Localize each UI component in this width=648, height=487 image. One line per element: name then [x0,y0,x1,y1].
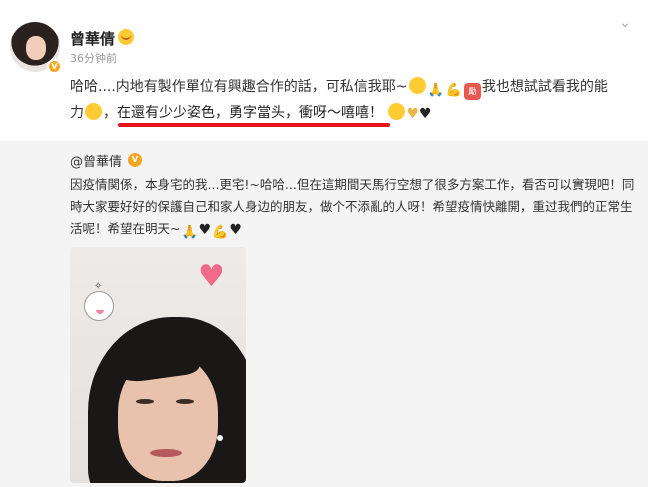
repost-text-line-1: 因疫情関係，本身宅的我...更宅!~哈哈...但在這期間天馬行空想了很多方案工作… [70,177,635,192]
post-time[interactable]: 36分钟前 [70,50,117,66]
post-text-prefix: 力 [70,105,84,121]
yellow-heart-icon: ♥ [406,106,420,122]
repost-text-tail: 活呢！希望在明天~ [70,221,181,236]
post-text: 哈哈....内地有製作單位有興趣合作的話，可私信我耶~ [70,79,408,95]
highlighted-text: 在還有少少姿色，勇字當头，衝呀～嘻嘻！ [117,105,383,121]
encourage-badge-icon: 勵 [463,83,481,100]
black-heart-icon: ♥ [229,222,242,238]
post-text-line-2: 力，在還有少少姿色，勇字當头，衝呀～嘻嘻！ ♥♥ [70,102,640,125]
pray-emoji-icon: 🙏 [181,225,198,240]
weibo-post: V 曾華倩 36分钟前 ⌄ 哈哈....内地有製作單位有興趣合作的話，可私信我耶… [0,0,648,487]
tongue-emoji-icon [85,103,102,120]
pray-emoji-icon: 🙏 [427,83,444,98]
black-heart-icon: ♥ [419,106,432,122]
repost-text-line-2: 時大家要好好的保護自己和家人身边的朋友，做个不添亂的人呀！希望疫情快離開，重过我… [70,199,633,214]
muscle-emoji-icon: 💪 [445,83,462,98]
verified-badge-icon: V [128,153,142,167]
heart-sticker-icon: ♥ [198,259,225,294]
hug-emoji-icon [388,103,406,120]
emoji-icon [118,29,134,45]
repost-text-line-3: 活呢！希望在明天~🙏♥💪♥ [70,218,640,241]
black-heart-icon: ♥ [198,222,212,238]
post-photo[interactable]: ♥ ✧ [70,247,246,483]
red-underline-annotation [118,123,390,127]
muscle-emoji-icon: 💪 [212,225,229,240]
username[interactable]: 曾華倩 [70,28,115,49]
post-text-line-1: 哈哈....内地有製作單位有興趣合作的話，可私信我耶~ 🙏 💪 勵我也想試試看我的能 [70,76,640,100]
verified-badge-icon: V [47,59,62,74]
repost-card[interactable]: @曾華倩 V 因疫情関係，本身宅的我...更宅!~哈哈...但在這期間天馬行空想… [0,141,648,487]
cute-face-sticker-icon [84,291,114,321]
chevron-down-icon[interactable]: ⌄ [616,15,634,33]
repost-username[interactable]: @曾華倩 [70,151,122,170]
tongue-emoji-icon [408,77,426,94]
post-text-tail: 我也想試試看我的能 [481,79,608,95]
